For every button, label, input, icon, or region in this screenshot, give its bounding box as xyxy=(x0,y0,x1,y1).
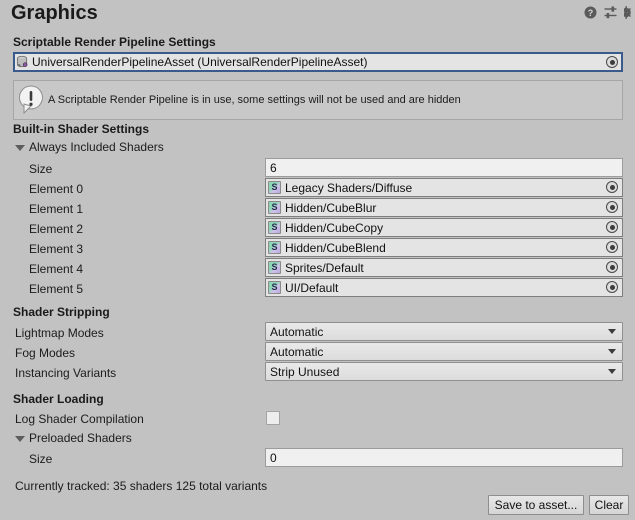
always-included-element-5-field[interactable]: S UI/Default xyxy=(265,278,623,297)
fog-modes-value: Automatic xyxy=(270,344,324,359)
lightmap-modes-dropdown[interactable]: Automatic xyxy=(265,322,623,341)
header-icon-group: ? xyxy=(584,6,633,19)
always-included-element-1-label: Element 1 xyxy=(29,202,84,216)
preset-icon[interactable] xyxy=(604,6,617,19)
always-included-element-1-value: Hidden/CubeBlur xyxy=(285,200,377,215)
always-included-element-4-value: Sprites/Default xyxy=(285,260,364,275)
object-picker-icon[interactable] xyxy=(605,220,620,235)
always-included-shaders-label: Always Included Shaders xyxy=(29,140,164,154)
object-picker-icon[interactable] xyxy=(605,260,620,275)
chevron-down-icon xyxy=(608,349,616,354)
preloaded-size-label: Size xyxy=(29,452,53,466)
chevron-down-icon xyxy=(15,435,25,442)
always-included-element-4-field[interactable]: S Sprites/Default xyxy=(265,258,623,277)
always-included-shaders-foldout[interactable]: Always Included Shaders xyxy=(15,140,164,154)
shader-loading-label: Shader Loading xyxy=(13,392,104,406)
always-included-element-0-label: Element 0 xyxy=(29,182,84,196)
fog-modes-dropdown[interactable]: Automatic xyxy=(265,342,623,361)
lightmap-modes-label: Lightmap Modes xyxy=(15,326,104,340)
always-included-element-3-label: Element 3 xyxy=(29,242,84,256)
instancing-variants-dropdown[interactable]: Strip Unused xyxy=(265,362,623,381)
shader-icon: S xyxy=(268,261,281,274)
svg-text:?: ? xyxy=(588,8,594,18)
helpbox-message: A Scriptable Render Pipeline is in use, … xyxy=(48,94,461,106)
object-picker-icon[interactable] xyxy=(605,180,620,195)
object-picker-icon[interactable] xyxy=(605,55,620,70)
urp-asset-icon xyxy=(15,55,29,69)
srp-info-helpbox: A Scriptable Render Pipeline is in use, … xyxy=(13,80,623,120)
preloaded-shaders-label: Preloaded Shaders xyxy=(29,431,132,445)
tracked-variants-status: Currently tracked: 35 shaders 125 total … xyxy=(15,479,268,493)
shader-stripping-label: Shader Stripping xyxy=(13,305,110,319)
instancing-variants-label: Instancing Variants xyxy=(15,366,117,380)
always-included-element-2-label: Element 2 xyxy=(29,222,84,236)
chevron-down-icon xyxy=(608,369,616,374)
settings-gear-icon[interactable] xyxy=(624,6,633,19)
chevron-down-icon xyxy=(608,329,616,334)
shader-icon: S xyxy=(268,281,281,294)
graphics-settings-window: Graphics ? Scriptable Render Pipeline Se… xyxy=(0,0,635,520)
always-included-element-2-field[interactable]: S Hidden/CubeCopy xyxy=(265,218,623,237)
page-title: Graphics xyxy=(11,2,98,24)
always-included-element-1-field[interactable]: S Hidden/CubeBlur xyxy=(265,198,623,217)
info-warning-icon xyxy=(14,85,48,115)
always-included-element-3-value: Hidden/CubeBlend xyxy=(285,240,386,255)
always-included-size-label: Size xyxy=(29,162,53,176)
shader-icon: S xyxy=(268,181,281,194)
log-shader-compilation-checkbox[interactable] xyxy=(266,411,280,425)
fog-modes-label: Fog Modes xyxy=(15,346,76,360)
srp-asset-field[interactable]: UniversalRenderPipelineAsset (UniversalR… xyxy=(13,52,623,72)
save-to-asset-button[interactable]: Save to asset... xyxy=(488,495,584,515)
object-picker-icon[interactable] xyxy=(605,240,620,255)
shader-icon: S xyxy=(268,201,281,214)
preloaded-size-input[interactable]: 0 xyxy=(265,448,623,467)
always-included-size-input[interactable]: 6 xyxy=(265,158,623,177)
instancing-variants-value: Strip Unused xyxy=(270,364,340,379)
always-included-element-0-value: Legacy Shaders/Diffuse xyxy=(285,180,413,195)
always-included-element-5-label: Element 5 xyxy=(29,282,84,296)
always-included-element-3-field[interactable]: S Hidden/CubeBlend xyxy=(265,238,623,257)
lightmap-modes-value: Automatic xyxy=(270,324,324,339)
window-header: Graphics ? xyxy=(0,0,635,27)
object-picker-icon[interactable] xyxy=(605,200,620,215)
help-icon[interactable]: ? xyxy=(584,6,597,19)
log-shader-compilation-label: Log Shader Compilation xyxy=(15,412,144,426)
always-included-element-2-value: Hidden/CubeCopy xyxy=(285,220,384,235)
clear-button[interactable]: Clear xyxy=(589,495,629,515)
preloaded-shaders-foldout[interactable]: Preloaded Shaders xyxy=(15,431,132,445)
always-included-element-4-label: Element 4 xyxy=(29,262,84,276)
srp-asset-value: UniversalRenderPipelineAsset (UniversalR… xyxy=(32,55,368,69)
object-picker-icon[interactable] xyxy=(605,280,620,295)
chevron-down-icon xyxy=(15,144,25,151)
always-included-element-5-value: UI/Default xyxy=(285,280,339,295)
srp-section-label: Scriptable Render Pipeline Settings xyxy=(13,35,216,49)
shader-icon: S xyxy=(268,221,281,234)
always-included-element-0-field[interactable]: S Legacy Shaders/Diffuse xyxy=(265,178,623,197)
builtin-shader-settings-label: Built-in Shader Settings xyxy=(13,122,150,136)
shader-icon: S xyxy=(268,241,281,254)
